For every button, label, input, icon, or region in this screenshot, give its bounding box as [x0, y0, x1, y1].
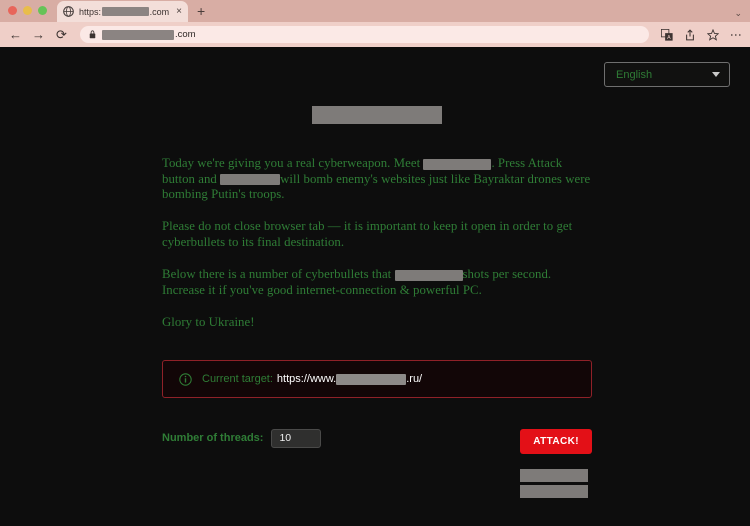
threads-control: Number of threads: [162, 428, 322, 448]
paragraph-intro: Today we're giving you a real cyberweapo… [162, 156, 592, 203]
address-redaction [102, 29, 174, 40]
target-url-redaction [336, 373, 407, 385]
current-target-text: Current target: https://www. .ru/ [202, 373, 422, 385]
browser-toolbar: ← → ⟳ .com A ⋮ [0, 22, 750, 48]
chevron-down-icon [712, 72, 720, 77]
tab-url-redaction [102, 7, 149, 16]
page-title-redaction [312, 106, 442, 124]
forward-button[interactable]: → [32, 28, 45, 41]
browser-menu-button[interactable]: ⋮ [729, 29, 743, 41]
p4-seg-0: Glory to Ukraine! [162, 314, 255, 329]
tab-url-suffix: .com [149, 6, 170, 17]
close-window-button[interactable] [8, 6, 17, 15]
attack-controls: Number of threads: ATTACK! [162, 425, 592, 454]
p3-seg-0: Below there is a number of cyberbullets … [162, 266, 395, 281]
share-icon[interactable] [684, 28, 696, 41]
threads-label: Number of threads: [162, 432, 264, 445]
paragraph-threads-info: Below there is a number of cyberbullets … [162, 267, 592, 298]
translate-icon[interactable]: A [660, 28, 673, 41]
lock-icon [89, 30, 96, 39]
address-bar[interactable]: .com [80, 26, 649, 43]
p1-redaction-2 [220, 174, 281, 186]
toolbar-icon-group: A ⋮ [660, 28, 743, 41]
address-suffix: .com [175, 29, 196, 40]
info-circle-icon [179, 373, 192, 386]
language-select-value: English [616, 68, 653, 81]
page-content: Today we're giving you a real cyberweapo… [162, 106, 592, 454]
bookmark-star-icon[interactable] [706, 28, 719, 41]
threads-input[interactable] [271, 428, 322, 448]
current-target-label: Current target: [202, 373, 273, 386]
p1-seg-0: Today we're giving you a real cyberweapo… [162, 156, 424, 170]
browser-tab[interactable]: https: .com × [57, 1, 188, 22]
globe-icon [63, 6, 74, 17]
maximize-window-button[interactable] [38, 6, 47, 15]
footer-redaction-1 [520, 469, 588, 482]
tab-title: https: .com [79, 7, 169, 17]
paragraph-slogan: Glory to Ukraine! [162, 315, 592, 331]
browser-window: https: .com × + ⌄ ← → ⟳ .com A ⋮ English… [0, 0, 750, 526]
p3-redaction-1 [394, 269, 463, 281]
reload-button[interactable]: ⟳ [55, 28, 68, 41]
language-select[interactable]: English [604, 62, 730, 87]
language-selector-wrapper: English [604, 62, 730, 87]
attack-button[interactable]: ATTACK! [520, 428, 592, 454]
back-button[interactable]: ← [9, 28, 22, 41]
new-tab-button[interactable]: + [197, 4, 205, 22]
svg-text:A: A [667, 35, 671, 41]
paragraph-keep-tab-open: Please do not close browser tab — it is … [162, 219, 592, 250]
current-target-alert: Current target: https://www. .ru/ [162, 360, 592, 399]
window-traffic-lights [8, 0, 47, 22]
close-tab-button[interactable]: × [174, 6, 182, 17]
target-url-prefix: https://www. [276, 373, 337, 386]
target-url-suffix: .ru/ [406, 373, 423, 386]
page-body: English Today we're giving you a real cy… [0, 48, 750, 526]
p1-redaction-1 [423, 158, 492, 170]
tab-list-chevron-icon[interactable]: ⌄ [734, 8, 742, 19]
browser-tabstrip: https: .com × + ⌄ [0, 0, 750, 22]
tab-url-prefix: https: [79, 6, 102, 17]
minimize-window-button[interactable] [23, 6, 32, 15]
address-bar-text: .com [102, 29, 196, 40]
footer-redactions [520, 469, 588, 498]
p2-seg-0: Please do not close browser tab — it is … [162, 219, 573, 249]
footer-redaction-2 [520, 485, 588, 498]
